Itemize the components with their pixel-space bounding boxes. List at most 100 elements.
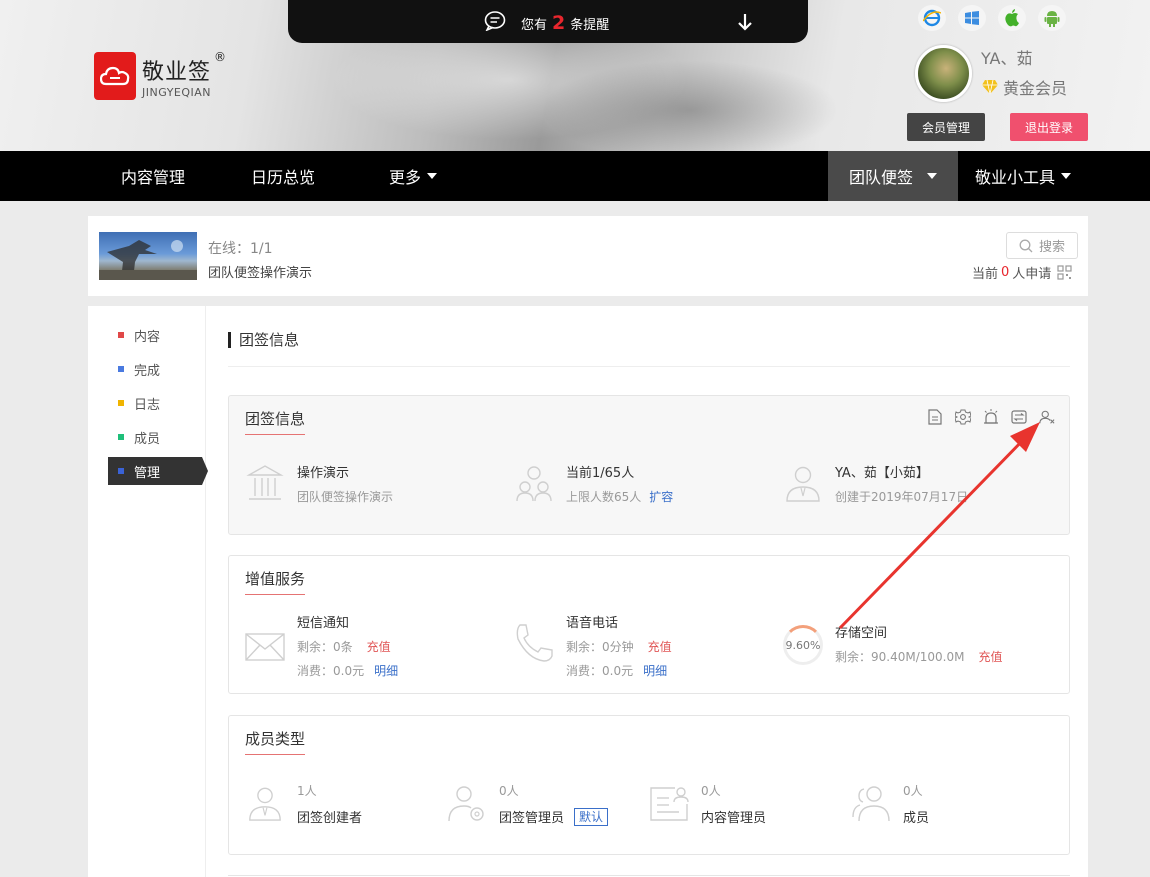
member-remove-icon[interactable] [1039,408,1055,426]
nav-label: 敬业小工具 [975,168,1056,187]
sidebar-item-manage[interactable]: 管理 [108,457,208,485]
member-level: 黄金会员 [981,75,1067,99]
settings-icon[interactable] [955,408,971,426]
member-type-admin[interactable]: 0人 团签管理员 默认 [447,782,609,826]
online-count: 在线：1/1 [208,241,273,257]
nav-label: 更多 [389,168,422,187]
caret-down-icon [427,173,438,179]
storage-ring: 9.60% [783,624,823,666]
sms-remaining: 剩余：0条 [297,640,353,654]
caret-down-icon [1061,173,1072,179]
admin-gear-icon [447,782,487,824]
sidebar-item-log[interactable]: 日志 [108,389,202,417]
card-title: 成员类型 [245,728,306,755]
reminder-suffix: 条提醒 [570,18,610,33]
creator-info: YA、茹【小茹】 创建于2019年07月17日 [783,462,968,505]
qr-code-icon[interactable] [1057,265,1072,280]
member-types-card: 成员类型 1人 团签创建者 0人 团签管理员 默认 0人 内容管理员 0人 成员 [228,715,1070,855]
sidebar-item-label: 内容 [134,329,161,345]
logo-name: 敬业签 [142,59,212,85]
member-type-count: 1人 [297,784,317,798]
logo[interactable]: 敬业签 JINGYEQIAN ® [94,50,226,100]
expand-link[interactable]: 扩容 [649,490,673,504]
dot-icon [118,468,124,474]
value-added-services-card: 增值服务 短信通知 剩余：0条 充值 消费：0.0元 明细 语音电话 剩余：0分钟充… [228,555,1070,694]
alarm-icon[interactable] [983,408,999,426]
member-type-count: 0人 [701,784,721,798]
dot-icon [118,366,124,372]
created-date: 创建于2019年07月17日 [835,490,969,504]
member-type-count: 0人 [903,784,923,798]
team-bar: 在线：1/1 团队便签操作演示 搜索 当前 0 人申请 [88,216,1088,296]
member-management-button[interactable]: 会员管理 [907,113,985,141]
main-nav: 内容管理 日历总览 更多 团队便签 敬业小工具 [0,151,1150,201]
card-toolbar [927,408,1055,426]
voice-spent: 消费：0.0元 [566,664,634,678]
person-icon [783,462,823,504]
voice-title: 语音电话 [566,616,619,631]
sidebar-item-completed[interactable]: 完成 [108,355,202,383]
members-icon [851,782,891,824]
transfer-icon[interactable] [1011,408,1027,426]
nav-tools[interactable]: 敬业小工具 [975,151,1072,201]
page-title: 团签信息 [228,332,299,348]
document-icon[interactable] [927,408,943,426]
arrow-down-icon[interactable] [736,12,754,32]
nav-more[interactable]: 更多 [389,151,438,201]
nav-calendar-overview[interactable]: 日历总览 [251,151,315,201]
sidebar-item-members[interactable]: 成员 [108,423,202,451]
reminder-text: 您有 2 条提醒 [521,12,609,34]
member-type-creator[interactable]: 1人 团签创建者 [245,782,362,826]
sidebar-item-content[interactable]: 内容 [108,321,202,349]
group-icon [514,462,554,504]
creator-icon [245,782,285,824]
platform-icons [918,5,1066,31]
member-type-member[interactable]: 0人 成员 [851,782,929,826]
team-title: 操作演示 [297,466,350,481]
member-level-label: 黄金会员 [1003,79,1068,98]
team-name-info: 操作演示 团队便签操作演示 [245,462,393,505]
nav-content-management[interactable]: 内容管理 [121,151,185,201]
header-cloud-shadow [540,60,840,151]
android-icon[interactable] [1038,5,1066,31]
member-type-name: 团签管理员 [499,811,565,826]
registered-mark: ® [214,50,226,64]
apple-icon[interactable] [998,5,1026,31]
sms-recharge-link[interactable]: 充值 [367,640,391,654]
sms-detail-link[interactable]: 明细 [374,664,398,678]
nav-team-notes[interactable]: 团队便签 [828,151,958,201]
logout-button[interactable]: 退出登录 [1010,113,1088,141]
voice-recharge-link[interactable]: 充值 [648,640,672,654]
user-name: YA、茹 [981,49,1033,68]
current-members: 当前1/65人 [566,466,635,481]
apply-prefix: 当前 [972,267,999,282]
ie-icon[interactable] [918,5,946,31]
main-panel: 内容 完成 日志 成员 管理 团签信息 团签信息 操作演示 团队便签操作演示 当… [88,306,1088,877]
dot-icon [118,332,124,338]
default-badge: 默认 [574,807,609,826]
sms-title: 短信通知 [297,616,350,631]
member-type-name: 成员 [903,811,930,826]
message-icon [484,11,506,31]
apply-count: 0 [1001,265,1010,280]
reminder-bar[interactable]: 您有 2 条提醒 [288,0,808,43]
diamond-icon [982,79,998,95]
team-cover-image[interactable] [99,232,197,280]
voice-detail-link[interactable]: 明细 [643,664,667,678]
team-desc: 团队便签操作演示 [297,490,394,504]
card-title: 团签信息 [245,408,306,435]
id-card-icon [649,782,689,824]
sidebar-item-label: 完成 [134,363,161,379]
join-requests[interactable]: 当前 0 人申请 [972,263,1072,282]
search-icon [1019,239,1033,252]
storage-recharge-link[interactable]: 充值 [978,650,1002,664]
apply-suffix: 人申请 [1012,267,1052,282]
storage-percent: 9.60% [785,638,821,652]
member-type-content-admin[interactable]: 0人 内容管理员 [649,782,766,826]
search-button[interactable]: 搜索 [1006,232,1078,259]
windows-icon[interactable] [958,5,986,31]
nav-label: 团队便签 [848,168,913,187]
sidebar-item-label: 成员 [134,431,161,447]
user-avatar[interactable] [915,45,972,102]
member-type-name: 内容管理员 [701,811,767,826]
